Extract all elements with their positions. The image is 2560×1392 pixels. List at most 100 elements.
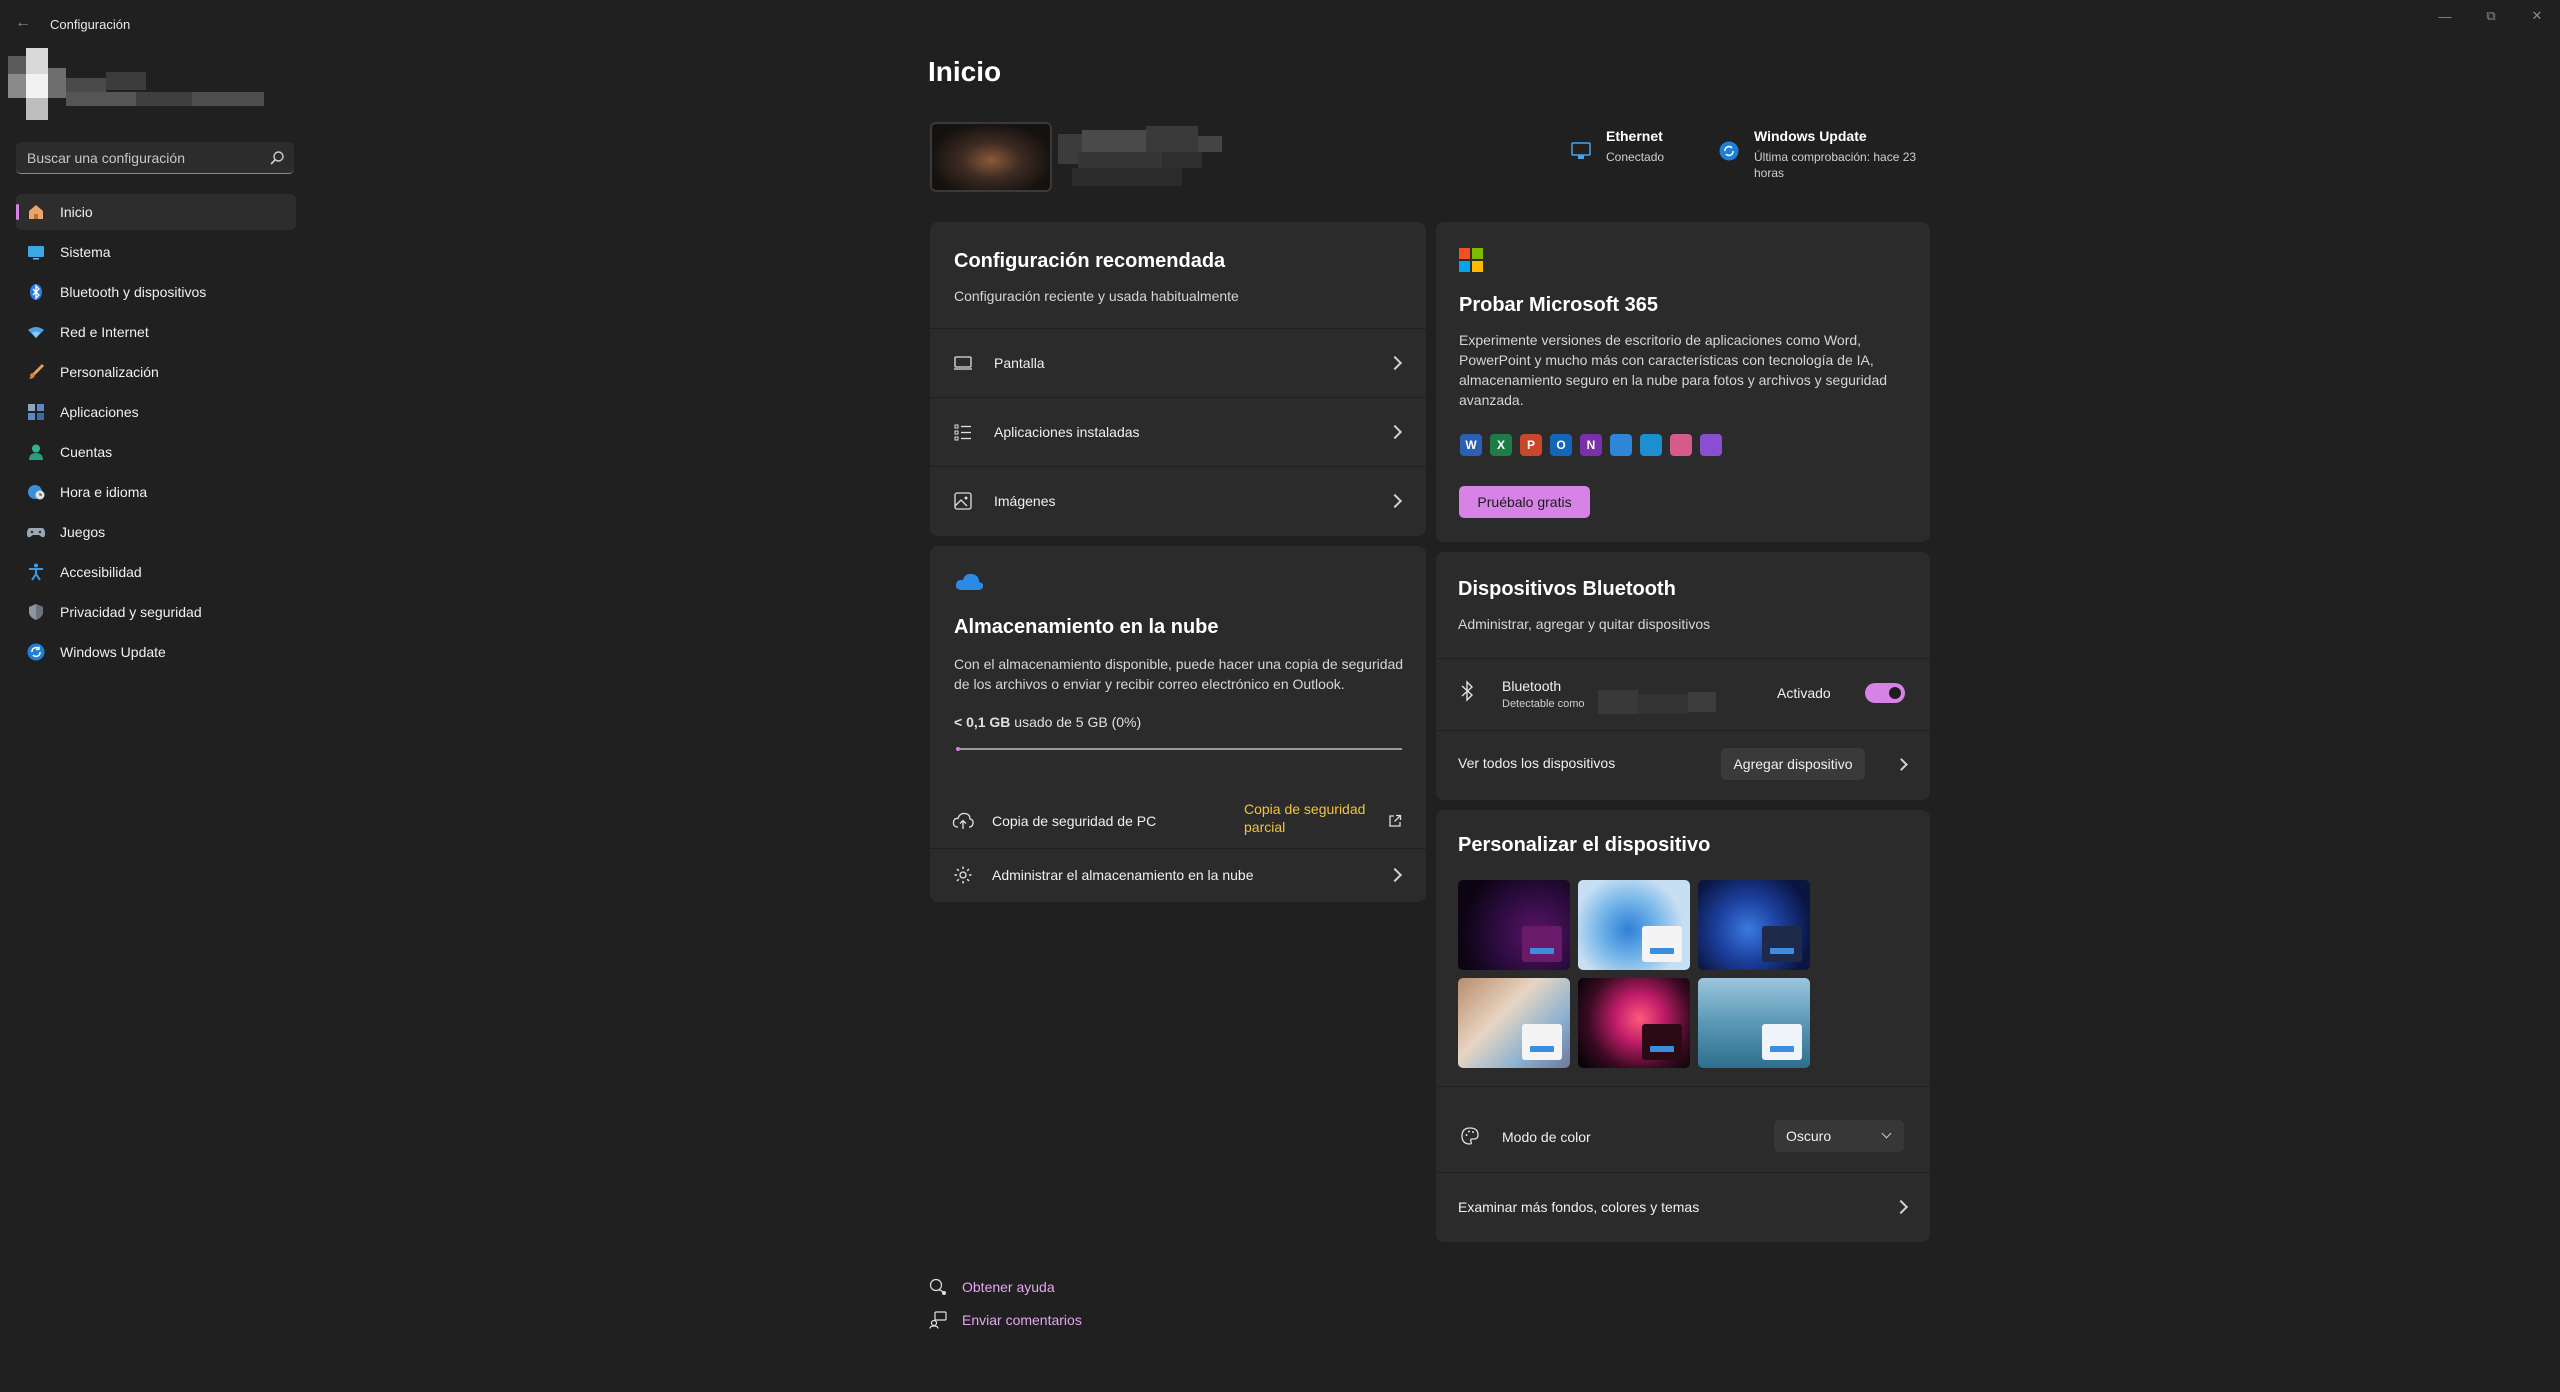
device-name-blur — [1058, 122, 1238, 196]
chevron-right-icon — [1387, 493, 1403, 509]
sidebar-item-juegos[interactable]: Juegos — [16, 514, 296, 550]
device-name-pixel — [1072, 168, 1182, 186]
sidebar-item-label: Personalización — [60, 364, 159, 380]
recommended-item-imagenes[interactable]: Imágenes — [930, 467, 1426, 535]
send-feedback-label: Enviar comentarios — [962, 1312, 1082, 1328]
avatar-pixel — [26, 48, 48, 74]
theme-thumbnail-2[interactable] — [1578, 880, 1690, 970]
m365-title: Probar Microsoft 365 — [1459, 294, 1658, 316]
chevron-right-icon — [1893, 1199, 1909, 1215]
sidebar-item-windows-update[interactable]: Windows Update — [16, 634, 296, 670]
manage-cloud-storage-row[interactable]: Administrar el almacenamiento en la nube — [930, 849, 1426, 901]
cloud-title: Almacenamiento en la nube — [954, 616, 1219, 638]
send-feedback-link[interactable]: Enviar comentarios — [928, 1311, 1082, 1329]
cloud-description: Con el almacenamiento disponible, puede … — [954, 656, 1404, 692]
cloud-usage: < 0,1 GB usado de 5 GB (0%) — [954, 714, 1141, 730]
update-icon — [1719, 141, 1739, 161]
image-icon — [952, 490, 974, 512]
close-button[interactable]: ✕ — [2514, 0, 2560, 32]
gear-icon — [952, 864, 974, 886]
divider — [1436, 730, 1930, 731]
avatar-pixel — [26, 74, 48, 98]
chevron-right-icon — [1387, 355, 1403, 371]
account-icon — [26, 442, 46, 462]
cloud-usage-progress-fill — [956, 747, 961, 751]
word-icon: W — [1460, 434, 1482, 456]
chevron-down-icon — [1881, 1128, 1892, 1139]
defender-icon — [1640, 434, 1662, 456]
recommended-subtitle: Configuración reciente y usada habitualm… — [954, 288, 1239, 304]
theme-thumbnail-4[interactable] — [1458, 978, 1570, 1068]
device-name-pixel — [1688, 692, 1716, 712]
sidebar-item-privacidad[interactable]: Privacidad y seguridad — [16, 594, 296, 630]
sidebar-item-sistema[interactable]: Sistema — [16, 234, 296, 270]
sidebar-item-label: Sistema — [60, 244, 111, 260]
bluetooth-icon — [26, 282, 46, 302]
recommended-item-label: Pantalla — [994, 355, 1045, 371]
back-arrow-icon[interactable]: ← — [12, 12, 34, 34]
pc-backup-status: Copia de seguridad parcial — [1244, 801, 1366, 835]
search-box[interactable] — [16, 142, 294, 174]
device-name-pixel — [1082, 130, 1146, 152]
excel-icon: X — [1490, 434, 1512, 456]
theme-window-preview — [1642, 1024, 1682, 1060]
onenote-icon: N — [1580, 434, 1602, 456]
device-name-pixel — [1078, 152, 1162, 168]
bluetooth-card-title: Dispositivos Bluetooth — [1458, 578, 1676, 600]
sidebar-item-personalizacion[interactable]: Personalización — [16, 354, 296, 390]
bluetooth-toggle[interactable] — [1865, 683, 1905, 703]
recommended-item-pantalla[interactable]: Pantalla — [930, 329, 1426, 397]
recommended-item-aplicaciones[interactable]: Aplicaciones instaladas — [930, 398, 1426, 466]
sidebar-item-red[interactable]: Red e Internet — [16, 314, 296, 350]
m365-description: Experimente versiones de escritorio de a… — [1459, 332, 1888, 408]
search-icon[interactable] — [269, 150, 285, 166]
chevron-right-icon[interactable] — [1895, 758, 1908, 771]
sidebar-item-bluetooth[interactable]: Bluetooth y dispositivos — [16, 274, 296, 310]
sidebar-item-hora[interactable]: Hora e idioma — [16, 474, 296, 510]
color-mode-label: Modo de color — [1502, 1129, 1591, 1145]
m365-app-icons: W X P O N — [1460, 434, 1722, 456]
browse-themes-row[interactable]: Examinar más fondos, colores y temas — [1436, 1173, 1930, 1241]
bluetooth-icon — [1461, 680, 1474, 702]
cloud-storage-card: Almacenamiento en la nube Con el almacen… — [930, 546, 1426, 902]
feedback-icon — [928, 1311, 948, 1329]
minimize-button[interactable]: — — [2422, 0, 2468, 32]
sidebar-item-accesibilidad[interactable]: Accesibilidad — [16, 554, 296, 590]
microsoft-365-card: Probar Microsoft 365 Experimente version… — [1436, 222, 1930, 542]
sidebar-item-label: Aplicaciones — [60, 404, 139, 420]
windows-update-status[interactable]: Windows Update Última comprobación: hace… — [1718, 128, 1916, 181]
powerpoint-icon: P — [1520, 434, 1542, 456]
divider — [1436, 658, 1930, 659]
sidebar-item-cuentas[interactable]: Cuentas — [16, 434, 296, 470]
color-mode-select[interactable]: Oscuro — [1774, 1120, 1904, 1152]
globe-clock-icon — [26, 482, 46, 502]
device-wallpaper-thumbnail[interactable] — [930, 122, 1052, 192]
search-input[interactable] — [16, 142, 256, 173]
sidebar-item-label: Juegos — [60, 524, 106, 540]
theme-thumbnail-5[interactable] — [1578, 978, 1690, 1068]
theme-thumbnail-3[interactable] — [1698, 880, 1810, 970]
update-last-check: Última comprobación: hace 23 horas — [1754, 149, 1916, 181]
cloud-usage-amount: < 0,1 GB — [954, 714, 1011, 730]
browse-themes-label: Examinar más fondos, colores y temas — [1458, 1199, 1700, 1215]
view-all-devices-link[interactable]: Ver todos los dispositivos — [1458, 755, 1615, 771]
gamepad-icon — [26, 522, 46, 542]
sidebar-nav: Inicio Sistema Bluetooth y dispositivos … — [16, 194, 296, 674]
maximize-button[interactable]: ⧉ — [2468, 0, 2514, 32]
theme-thumbnail-6[interactable] — [1698, 978, 1810, 1068]
theme-window-preview — [1522, 1024, 1562, 1060]
pc-backup-row[interactable]: Copia de seguridad de PC Copia de seguri… — [930, 796, 1426, 846]
get-help-link[interactable]: Obtener ayuda — [928, 1278, 1055, 1296]
add-device-button[interactable]: Agregar dispositivo — [1721, 748, 1865, 780]
user-profile[interactable] — [8, 48, 268, 122]
sidebar-item-inicio[interactable]: Inicio — [16, 194, 296, 230]
m365-try-free-button[interactable]: Pruébalo gratis — [1459, 486, 1590, 518]
theme-thumbnail-1[interactable] — [1458, 880, 1570, 970]
device-name-pixel — [1162, 152, 1202, 168]
device-name-pixel — [1146, 126, 1198, 152]
ethernet-icon — [1571, 142, 1591, 159]
outlook-icon: O — [1550, 434, 1572, 456]
sidebar-item-aplicaciones[interactable]: Aplicaciones — [16, 394, 296, 430]
ethernet-status-text: Conectado — [1606, 150, 1665, 164]
ethernet-status[interactable]: Ethernet Conectado — [1570, 128, 1664, 165]
